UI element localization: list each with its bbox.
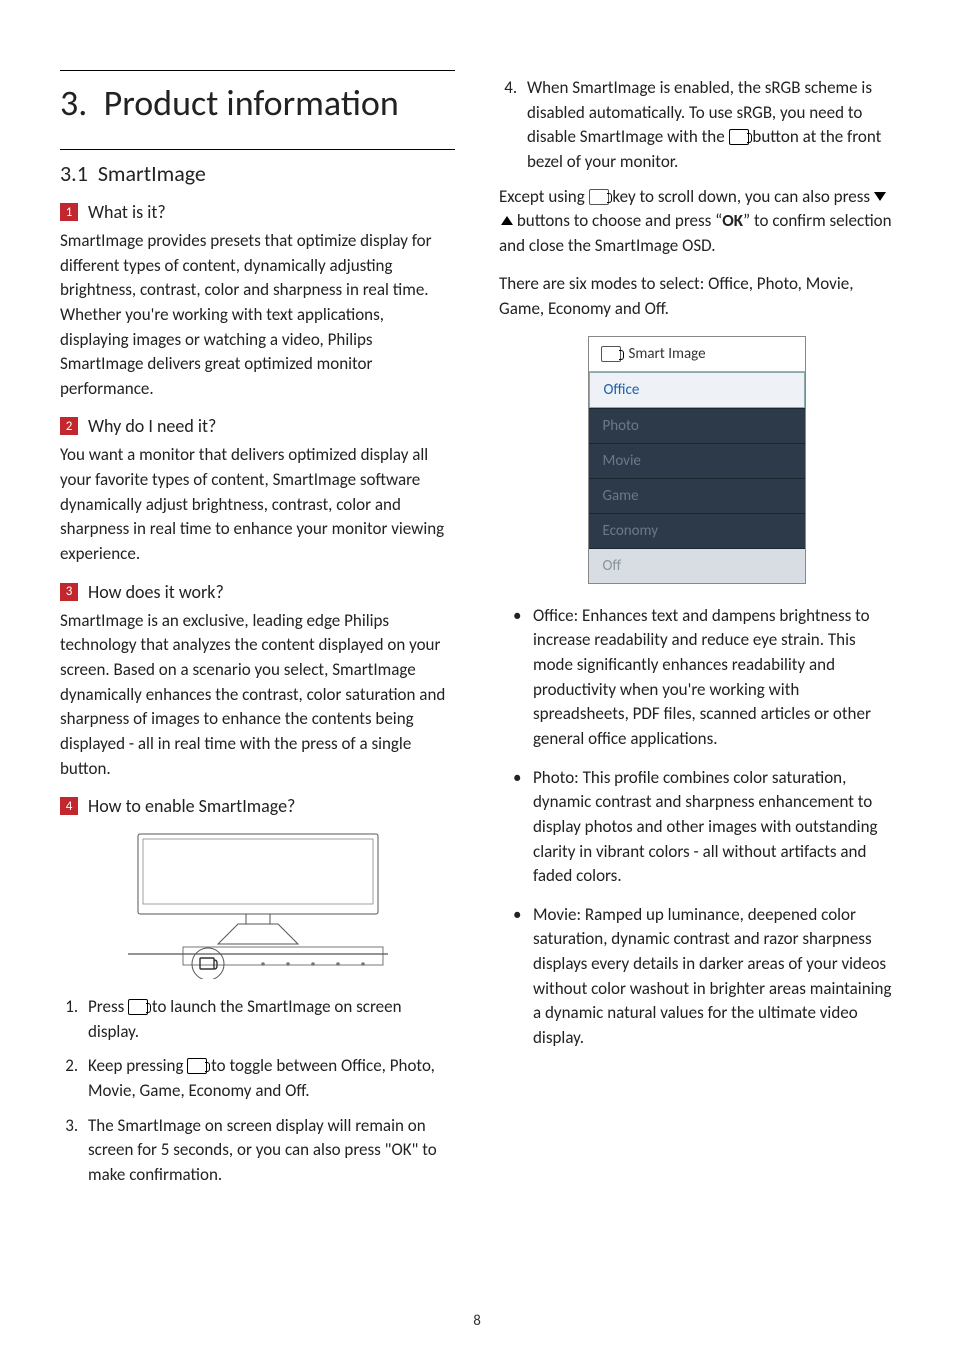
- smartimage-icon: [601, 346, 621, 362]
- paragraph: SmartImage provides presets that optimiz…: [60, 229, 455, 401]
- numbered-box-icon: 4: [60, 797, 78, 815]
- paragraph-except: Except using key to scroll down, you can…: [499, 185, 894, 259]
- smartimage-icon: [589, 189, 609, 205]
- smartimage-icon: [128, 999, 148, 1015]
- section-heading: 3.1 SmartImage: [60, 149, 455, 187]
- two-column-layout: 3. Product information 3.1 SmartImage 1 …: [60, 70, 894, 1198]
- osd-item-movie: Movie: [589, 443, 805, 478]
- subhead-how-enable: 4 How to enable SmartImage?: [60, 795, 455, 817]
- osd-item-off: Off: [589, 548, 805, 583]
- steps-list: Press to launch the SmartImage on screen…: [60, 995, 455, 1187]
- mode-photo: Photo: This profile combines color satur…: [499, 766, 894, 889]
- osd-item-office: Office: [589, 372, 805, 408]
- mode-text: This profile combines color saturation, …: [533, 767, 878, 887]
- triangle-up-icon: [501, 216, 513, 225]
- mode-office: Office: Enhances text and dampens bright…: [499, 604, 894, 752]
- steps-list-cont: When SmartImage is enabled, the sRGB sch…: [499, 76, 894, 175]
- subhead-title: How does it work?: [88, 581, 224, 603]
- paragraph: You want a monitor that delivers optimiz…: [60, 443, 455, 566]
- mode-text: Ramped up luminance, deepened color satu…: [533, 904, 891, 1048]
- osd-item-photo: Photo: [589, 408, 805, 443]
- section-number: 3.1: [60, 160, 88, 187]
- subhead-how-work: 3 How does it work?: [60, 581, 455, 603]
- step-1: Press to launch the SmartImage on screen…: [82, 995, 455, 1044]
- subhead-title: Why do I need it?: [88, 415, 216, 437]
- osd-item-economy: Economy: [589, 513, 805, 548]
- page-number: 8: [0, 1312, 954, 1330]
- modes-intro: There are six modes to select: Office, P…: [499, 272, 894, 321]
- osd-header: Smart Image: [589, 337, 805, 372]
- step-2: Keep pressing to toggle between Office, …: [82, 1054, 455, 1103]
- step-3: The SmartImage on screen display will re…: [82, 1114, 455, 1188]
- mode-text: Enhances text and dampens brightness to …: [533, 605, 871, 749]
- chapter-number: 3.: [60, 81, 87, 125]
- mode-label: Office:: [533, 605, 578, 626]
- osd-title: Smart Image: [629, 345, 706, 363]
- chapter-heading: 3. Product information: [60, 70, 455, 125]
- mode-descriptions: Office: Enhances text and dampens bright…: [499, 604, 894, 1051]
- numbered-box-icon: 2: [60, 417, 78, 435]
- osd-menu: Smart Image Office Photo Movie Game Econ…: [588, 336, 806, 584]
- smartimage-icon: [187, 1058, 207, 1074]
- section-title: SmartImage: [98, 160, 206, 187]
- mode-label: Photo:: [533, 767, 579, 788]
- monitor-illustration: [60, 829, 455, 979]
- subhead-title: How to enable SmartImage?: [88, 795, 295, 817]
- chapter-title: Product information: [104, 81, 399, 125]
- numbered-box-icon: 3: [60, 583, 78, 601]
- mode-label: Movie:: [533, 904, 581, 925]
- mode-movie: Movie: Ramped up luminance, deepened col…: [499, 903, 894, 1051]
- subhead-what-is-it: 1 What is it?: [60, 201, 455, 223]
- ok-label: OK: [722, 210, 743, 231]
- osd-menu-illustration: Smart Image Office Photo Movie Game Econ…: [499, 336, 894, 584]
- triangle-down-icon: [874, 192, 886, 201]
- smartimage-icon: [729, 129, 749, 145]
- left-column: 3. Product information 3.1 SmartImage 1 …: [60, 70, 455, 1198]
- paragraph: SmartImage is an exclusive, leading edge…: [60, 609, 455, 781]
- document-page: 3. Product information 3.1 SmartImage 1 …: [0, 0, 954, 1354]
- step-4: When SmartImage is enabled, the sRGB sch…: [521, 76, 894, 175]
- subhead-title: What is it?: [88, 201, 166, 223]
- subhead-why-need: 2 Why do I need it?: [60, 415, 455, 437]
- numbered-box-icon: 1: [60, 203, 78, 221]
- right-column: When SmartImage is enabled, the sRGB sch…: [499, 70, 894, 1198]
- osd-item-game: Game: [589, 478, 805, 513]
